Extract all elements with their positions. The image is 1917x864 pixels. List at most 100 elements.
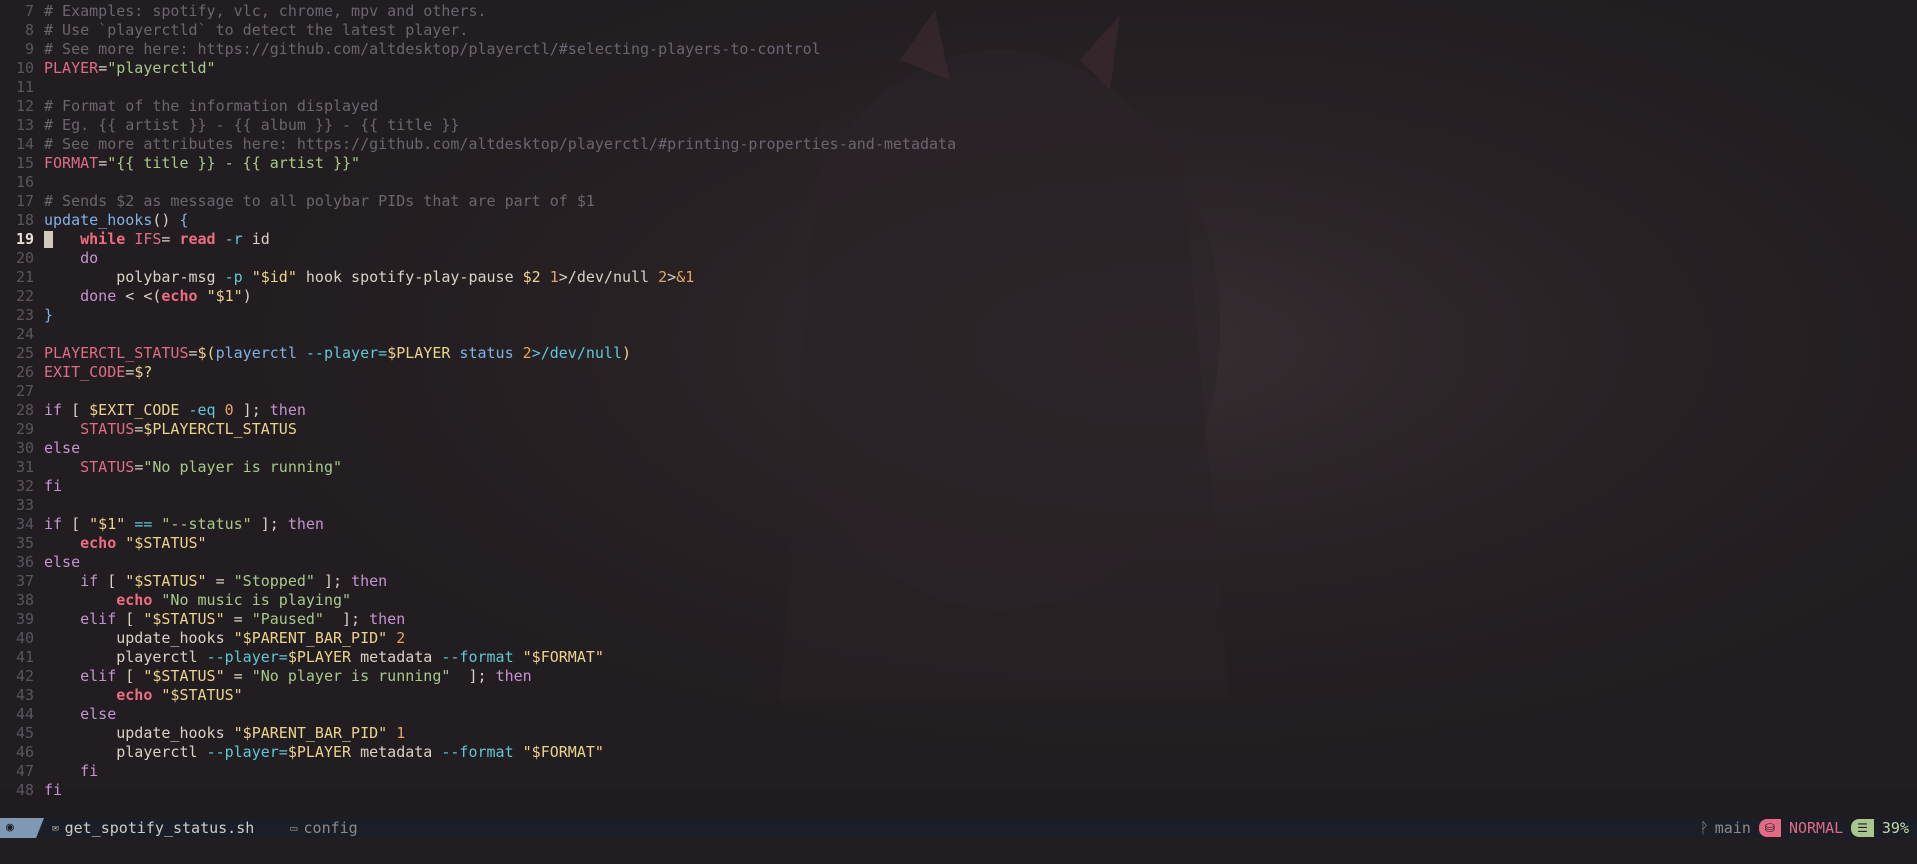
code-text: else (44, 553, 80, 572)
code-line[interactable]: 14 # See more attributes here: https://gi… (0, 135, 1917, 154)
code-token: = (206, 572, 234, 590)
code-token: echo (116, 686, 153, 704)
code-line[interactable]: 47 fi (0, 762, 1917, 781)
code-line[interactable]: 35 echo "$STATUS" (0, 534, 1917, 553)
code-line[interactable]: 12 # Format of the information displayed (0, 97, 1917, 116)
line-number: 45 (15, 724, 34, 742)
code-line[interactable]: 41 playerctl --player=$PLAYER metadata -… (0, 648, 1917, 667)
code-line[interactable]: 29 STATUS=$PLAYERCTL_STATUS (0, 420, 1917, 439)
code-text: # Use `playerctld` to detect the latest … (44, 21, 468, 40)
code-line[interactable]: 11 (0, 78, 1917, 97)
code-line[interactable]: 18 update_hooks() { (0, 211, 1917, 230)
code-text: # See more attributes here: https://gith… (44, 135, 956, 154)
code-line[interactable]: 46 playerctl --player=$PLAYER metadata -… (0, 743, 1917, 762)
code-token: "{{ title }} - {{ artist }}" (107, 154, 361, 172)
code-line[interactable]: 42 elif [ "$STATUS" = "No player is runn… (0, 667, 1917, 686)
line-number: 26 (15, 363, 34, 381)
code-line[interactable]: 44 else (0, 705, 1917, 724)
code-token: "--status" (161, 515, 252, 533)
code-token: --format (441, 743, 514, 761)
code-line[interactable]: 9 # See more here: https://github.com/alt… (0, 40, 1917, 59)
code-token: () (152, 211, 180, 229)
code-line[interactable]: 16 (0, 173, 1917, 192)
code-line[interactable]: 19 while IFS= read -r id (0, 230, 1917, 249)
line-number: 7 (24, 2, 34, 20)
code-line[interactable]: 21 polybar-msg -p "$id" hook spotify-pla… (0, 268, 1917, 287)
code-token: { (179, 211, 189, 229)
code-line[interactable]: 26 EXIT_CODE=$? (0, 363, 1917, 382)
code-text: PLAYER="playerctld" (44, 59, 216, 78)
code-token: read (179, 230, 216, 248)
code-line[interactable]: 37 if [ "$STATUS" = "Stopped" ]; then (0, 572, 1917, 591)
code-line[interactable]: 39 elif [ "$STATUS" = "Paused" ]; then (0, 610, 1917, 629)
code-token: $PLAYER (387, 344, 451, 362)
code-token: FORMAT (44, 154, 99, 172)
code-line[interactable]: 22 done < <(echo "$1") (0, 287, 1917, 306)
code-token: IFS (134, 230, 162, 248)
code-line[interactable]: 10 PLAYER="playerctld" (0, 59, 1917, 78)
code-line[interactable]: 45 update_hooks "$PARENT_BAR_PID" 1 (0, 724, 1917, 743)
code-token: 2 (396, 629, 406, 647)
code-token: 1 (396, 724, 406, 742)
code-token: "playerctld" (107, 59, 216, 77)
code-line[interactable]: 25 PLAYERCTL_STATUS=$(playerctl --player=… (0, 344, 1917, 363)
line-number: 44 (15, 705, 34, 723)
line-number: 13 (15, 116, 34, 134)
code-line[interactable]: 17 # Sends $2 as message to all polybar P… (0, 192, 1917, 211)
code-line[interactable]: 7 # Examples: spotify, vlc, chrome, mpv a… (0, 2, 1917, 21)
code-token: 0 (224, 401, 234, 419)
code-line[interactable]: 40 update_hooks "$PARENT_BAR_PID" 2 (0, 629, 1917, 648)
code-line[interactable]: 38 echo "No music is playing" (0, 591, 1917, 610)
code-line[interactable]: 43 echo "$STATUS" (0, 686, 1917, 705)
code-token: done (80, 287, 117, 305)
code-text: update_hooks() { (44, 211, 189, 230)
code-line[interactable]: 20 do (0, 249, 1917, 268)
code-token: PLAYER (44, 59, 99, 77)
line-number: 8 (24, 21, 34, 39)
line-number: 24 (15, 325, 34, 343)
code-token: "No player is running" (143, 458, 343, 476)
code-line[interactable]: 27 (0, 382, 1917, 401)
line-number: 17 (15, 192, 34, 210)
code-line[interactable]: 13 # Eg. {{ artist }} - {{ album }} - {{ … (0, 116, 1917, 135)
code-line[interactable]: 23} (0, 306, 1917, 325)
line-number: 46 (15, 743, 34, 761)
code-line[interactable]: 48 fi (0, 781, 1917, 800)
code-line[interactable]: 32 fi (0, 477, 1917, 496)
code-token: else (44, 553, 81, 571)
code-text: done < <(echo "$1") (44, 287, 252, 306)
progress-icon: ☰ (1851, 819, 1874, 837)
code-token: update_hooks (44, 629, 234, 647)
code-token: id (242, 230, 270, 248)
mode-label: NORMAL (1788, 819, 1844, 837)
line-number: 48 (15, 781, 34, 799)
filename-label: get_spotify_status.sh (64, 819, 255, 837)
code-line[interactable]: 28 if [ $EXIT_CODE -eq 0 ]; then (0, 401, 1917, 420)
mode-icon: ⛁ (1758, 819, 1781, 837)
code-token: "$FORMAT" (522, 648, 604, 666)
file-segment: ✉ get_spotify_status.sh (52, 818, 254, 838)
code-line[interactable]: 15 FORMAT="{{ title }} - {{ artist }}" (0, 154, 1917, 173)
code-token: -r (215, 230, 243, 248)
line-number: 12 (15, 97, 34, 115)
code-line[interactable]: 31 STATUS="No player is running" (0, 458, 1917, 477)
code-token: do (80, 249, 99, 267)
code-line[interactable]: 33 (0, 496, 1917, 515)
code-line[interactable]: 8 # Use `playerctld` to detect the latest… (0, 21, 1917, 40)
code-editor[interactable]: 7 # Examples: spotify, vlc, chrome, mpv a… (0, 2, 1917, 800)
code-token: ]; (251, 515, 288, 533)
code-line[interactable]: 36 else (0, 553, 1917, 572)
line-number: 36 (15, 553, 34, 571)
code-line[interactable]: 24 (0, 325, 1917, 344)
line-number: 10 (15, 59, 34, 77)
code-token: "$PARENT_BAR_PID" (233, 629, 388, 647)
code-token: playerctl (215, 344, 297, 362)
code-line[interactable]: 34 if [ "$1" == "--status" ]; then (0, 515, 1917, 534)
code-line[interactable]: 30 else (0, 439, 1917, 458)
